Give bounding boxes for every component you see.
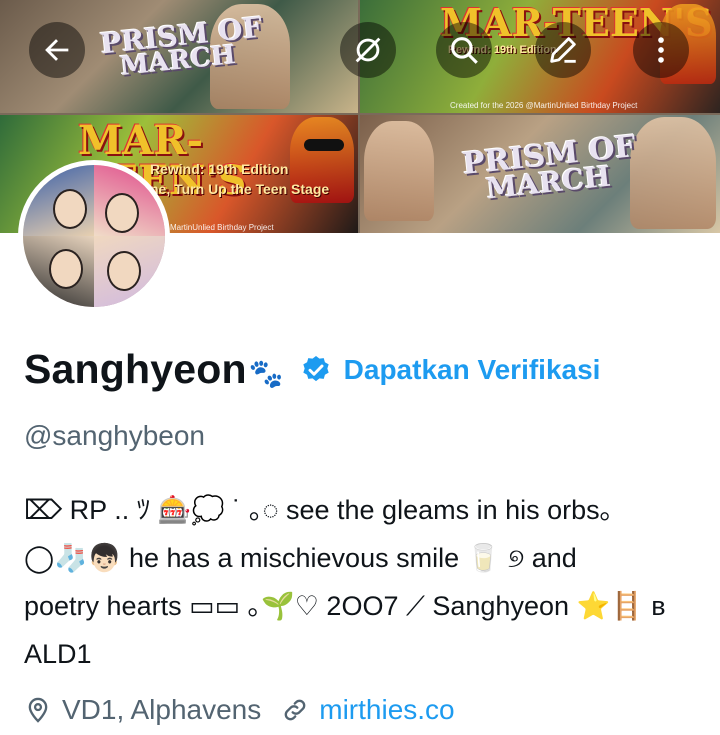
eye-slash-icon — [355, 37, 381, 63]
profile-name-row: Sanghyeon 🐾 Dapatkan Verifikasi — [24, 346, 600, 393]
search-button[interactable] — [436, 22, 492, 78]
website-link[interactable]: mirthies.co — [319, 694, 454, 726]
bio-line: ◯🧦👦🏻 he has a mischievous smile 🥛 ୭ and — [24, 543, 577, 573]
verified-badge-icon[interactable] — [300, 354, 332, 386]
avatar-face — [105, 193, 139, 233]
profile-bio: ⌦ RP .. ﾂ 🎰💭 ˙ ｡◌ see the gleams in his … — [24, 486, 704, 678]
bio-line: ⌦ RP .. ﾂ 🎰💭 ˙ ｡◌ see the gleams in his … — [24, 495, 614, 525]
website[interactable]: mirthies.co — [281, 694, 455, 726]
pencil-icon — [550, 37, 576, 63]
location-pin-icon — [28, 697, 48, 723]
banner-person — [364, 121, 434, 221]
link-icon — [284, 699, 306, 721]
banner-tile-prism-2: PRISM OF MARCH — [360, 115, 720, 233]
banner-credit: MartinUnlied Birthday Project — [170, 223, 274, 232]
get-verified-link[interactable]: Dapatkan Verifikasi — [344, 354, 601, 386]
paw-emoji: 🐾 — [248, 358, 284, 389]
banner-subtitle-tape: ne, Turn Up the Teen Stage — [150, 181, 330, 197]
avatar-face — [107, 251, 141, 291]
profile-handle: @sanghybeon — [24, 420, 206, 451]
avatar-face — [49, 249, 83, 289]
banner-person — [630, 117, 716, 229]
more-button[interactable] — [633, 22, 689, 78]
sunglasses-icon — [304, 139, 344, 151]
profile-meta: VD1, Alphavens mirthies.co — [24, 694, 455, 726]
location-text: VD1, Alphavens — [62, 694, 262, 725]
banner-credit: Created for the 2026 @MartinUnlied Birth… — [450, 101, 638, 110]
hide-button[interactable] — [340, 22, 396, 78]
avatar[interactable] — [18, 160, 170, 312]
bio-line: poetry hearts ▭▭ ｡🌱♡ 2OO7 ⟋ Sanghyeon ⭐🪜… — [24, 591, 666, 621]
edit-button[interactable] — [535, 22, 591, 78]
banner-subtitle-rewind: Rewind: 19th Edition — [150, 161, 289, 177]
back-button[interactable] — [29, 22, 85, 78]
profile-name: Sanghyeon — [24, 346, 247, 392]
more-vertical-icon — [658, 37, 664, 63]
search-icon — [451, 37, 478, 64]
avatar-image — [23, 165, 165, 307]
location: VD1, Alphavens — [24, 694, 261, 726]
bio-line: ALD1 — [24, 639, 92, 669]
avatar-face — [53, 189, 87, 229]
arrow-left-icon — [45, 39, 69, 61]
